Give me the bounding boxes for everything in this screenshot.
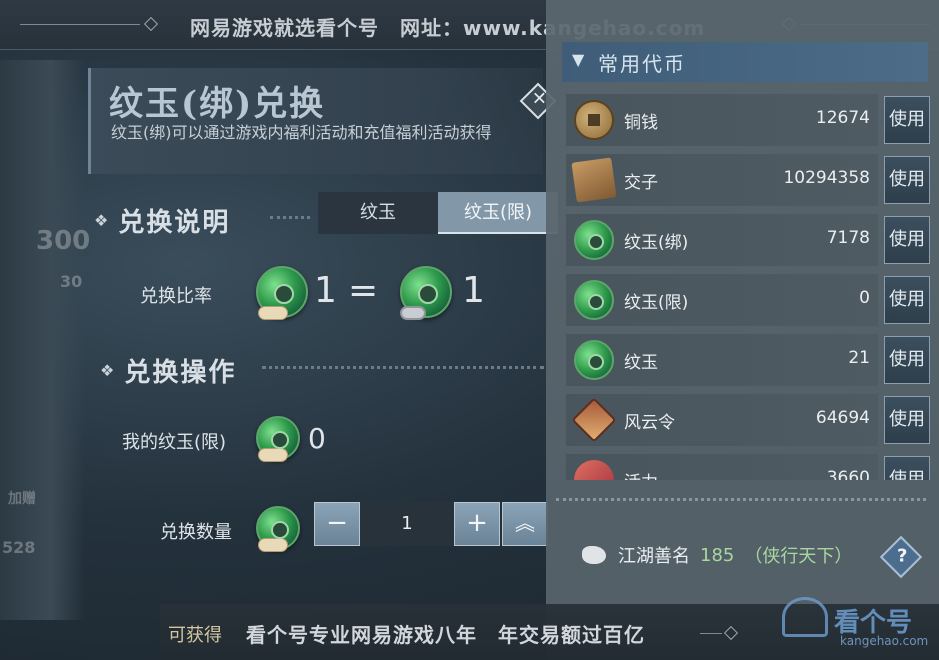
- rate-equals: =: [348, 270, 379, 311]
- my-jade-value: 0: [308, 422, 326, 455]
- use-button-jade[interactable]: 使用: [884, 336, 930, 384]
- currency-panel-title: 常用代币: [598, 52, 686, 76]
- fame-row: 江湖善名 185 （侠行天下）: [582, 542, 852, 568]
- currency-name: 纹玉(绑): [624, 233, 689, 253]
- section-explain: ❖ 兑换说明: [94, 202, 230, 239]
- section-explain-divider: [270, 216, 310, 219]
- edge-number-a: 300: [36, 226, 91, 256]
- currency-value: 21: [848, 348, 870, 368]
- jiaozi-note-icon: [571, 157, 617, 203]
- section-explain-title: 兑换说明: [118, 208, 231, 238]
- cloud-ornament-icon: [258, 538, 288, 552]
- close-icon: ✕: [531, 88, 547, 110]
- fame-title: （侠行天下）: [744, 546, 853, 567]
- quantity-max-button[interactable]: ︽: [502, 502, 548, 546]
- vitality-icon: [574, 460, 614, 480]
- use-button-fengyun[interactable]: 使用: [884, 396, 930, 444]
- page-title: 纹玉(绑)兑换: [109, 84, 326, 124]
- currency-row-copper: 铜钱 12674: [566, 94, 878, 146]
- jade-limited-icon: [256, 506, 300, 552]
- currency-value: 0: [859, 288, 870, 308]
- section-operate-title: 兑换操作: [124, 358, 237, 388]
- quantity-value[interactable]: 1: [360, 502, 454, 546]
- use-button-vitality[interactable]: 使用: [884, 456, 930, 480]
- currency-name: 纹玉: [624, 353, 658, 373]
- rate-label: 兑换比率: [140, 286, 212, 307]
- fame-label: 江湖善名: [618, 546, 690, 567]
- collapse-triangle-icon: ▼: [572, 50, 585, 69]
- currency-value: 3660: [826, 468, 870, 480]
- jade-bound-icon: [574, 220, 614, 260]
- my-jade-label: 我的纹玉(限): [122, 432, 227, 453]
- currency-value: 10294358: [783, 168, 870, 188]
- use-button-copper[interactable]: 使用: [884, 96, 930, 144]
- use-button-jade-limited[interactable]: 使用: [884, 276, 930, 324]
- currency-row-vitality: 活力 3660: [566, 454, 878, 480]
- edge-number-b: 30: [60, 272, 83, 291]
- diamond-bullet-icon: ❖: [94, 211, 109, 230]
- fame-value: 185: [700, 544, 735, 566]
- currency-value: 12674: [815, 108, 870, 128]
- currency-panel-header[interactable]: ▼ 常用代币: [562, 42, 928, 82]
- question-icon: ?: [896, 545, 908, 567]
- currency-divider: [556, 498, 926, 501]
- currency-value: 64694: [815, 408, 870, 428]
- currency-list-clip: 活力 3660 使用: [546, 454, 939, 480]
- jade-limited-icon: [400, 266, 452, 320]
- currency-name: 风云令: [624, 413, 675, 433]
- tab-bar: 纹玉 纹玉(限): [318, 192, 558, 234]
- currency-row-jade-limited: 纹玉(限) 0: [566, 274, 878, 326]
- section-operate-divider: [262, 366, 544, 369]
- bottom-banner-line: [700, 633, 722, 634]
- eye-logo-icon: [782, 597, 828, 637]
- diamond-bullet-icon: ❖: [100, 361, 115, 380]
- currency-row-fengyun: 风云令 64694: [566, 394, 878, 446]
- banner-line-left: [20, 24, 140, 25]
- currency-name: 纹玉(限): [624, 293, 689, 313]
- exchange-panel: 纹玉(绑)兑换 纹玉(绑)可以通过游戏内福利活动和充值福利活动获得 ✕ ❖ 兑换…: [88, 68, 558, 628]
- currency-name: 活力: [624, 468, 658, 480]
- quantity-label: 兑换数量: [160, 522, 232, 543]
- currency-row-jiaozi: 交子 10294358: [566, 154, 878, 206]
- use-button-jiaozi[interactable]: 使用: [884, 156, 930, 204]
- cloud-ornament-icon: [258, 448, 288, 462]
- rate-left-value: 1: [314, 270, 337, 311]
- jade-bound-icon: [256, 266, 308, 320]
- currency-row-jade: 纹玉 21: [566, 334, 878, 386]
- page-description: 纹玉(绑)可以通过游戏内福利活动和充值福利活动获得: [111, 123, 492, 142]
- fengyun-token-icon: [571, 397, 617, 443]
- jade-icon: [574, 340, 614, 380]
- currency-name: 交子: [624, 173, 658, 193]
- mask-icon: [582, 546, 606, 564]
- cloud-ornament-icon: [258, 306, 288, 320]
- edge-number-c: 528: [2, 538, 36, 557]
- title-box: 纹玉(绑)兑换 纹玉(绑)可以通过游戏内福利活动和充值福利活动获得: [88, 68, 543, 174]
- watermark-url: kangehao.com: [840, 634, 929, 648]
- section-operate: ❖ 兑换操作: [100, 352, 236, 389]
- quantity-minus-button[interactable]: −: [314, 502, 360, 546]
- left-background-strip: 300 30 加赠 528: [0, 60, 90, 620]
- currency-row-jade-bound: 纹玉(绑) 7178: [566, 214, 878, 266]
- use-button-jade-bound[interactable]: 使用: [884, 216, 930, 264]
- jade-limited-icon: [574, 280, 614, 320]
- edge-label-add: 加赠: [8, 491, 36, 507]
- obtain-label: 可获得: [168, 625, 222, 646]
- chain-ornament-icon: [400, 306, 426, 320]
- tab-jade[interactable]: 纹玉: [318, 192, 438, 234]
- copper-coin-icon: [574, 100, 614, 140]
- rate-right-value: 1: [462, 270, 485, 311]
- bottom-banner-text: 看个号专业网易游戏八年 年交易额过百亿: [246, 623, 645, 647]
- currency-value: 7178: [826, 228, 870, 248]
- jade-limited-icon: [256, 416, 300, 462]
- tab-jade-limited[interactable]: 纹玉(限): [438, 192, 558, 234]
- currency-name: 铜钱: [624, 113, 658, 133]
- quantity-plus-button[interactable]: +: [454, 502, 500, 546]
- banner-diamond-left: [143, 16, 159, 32]
